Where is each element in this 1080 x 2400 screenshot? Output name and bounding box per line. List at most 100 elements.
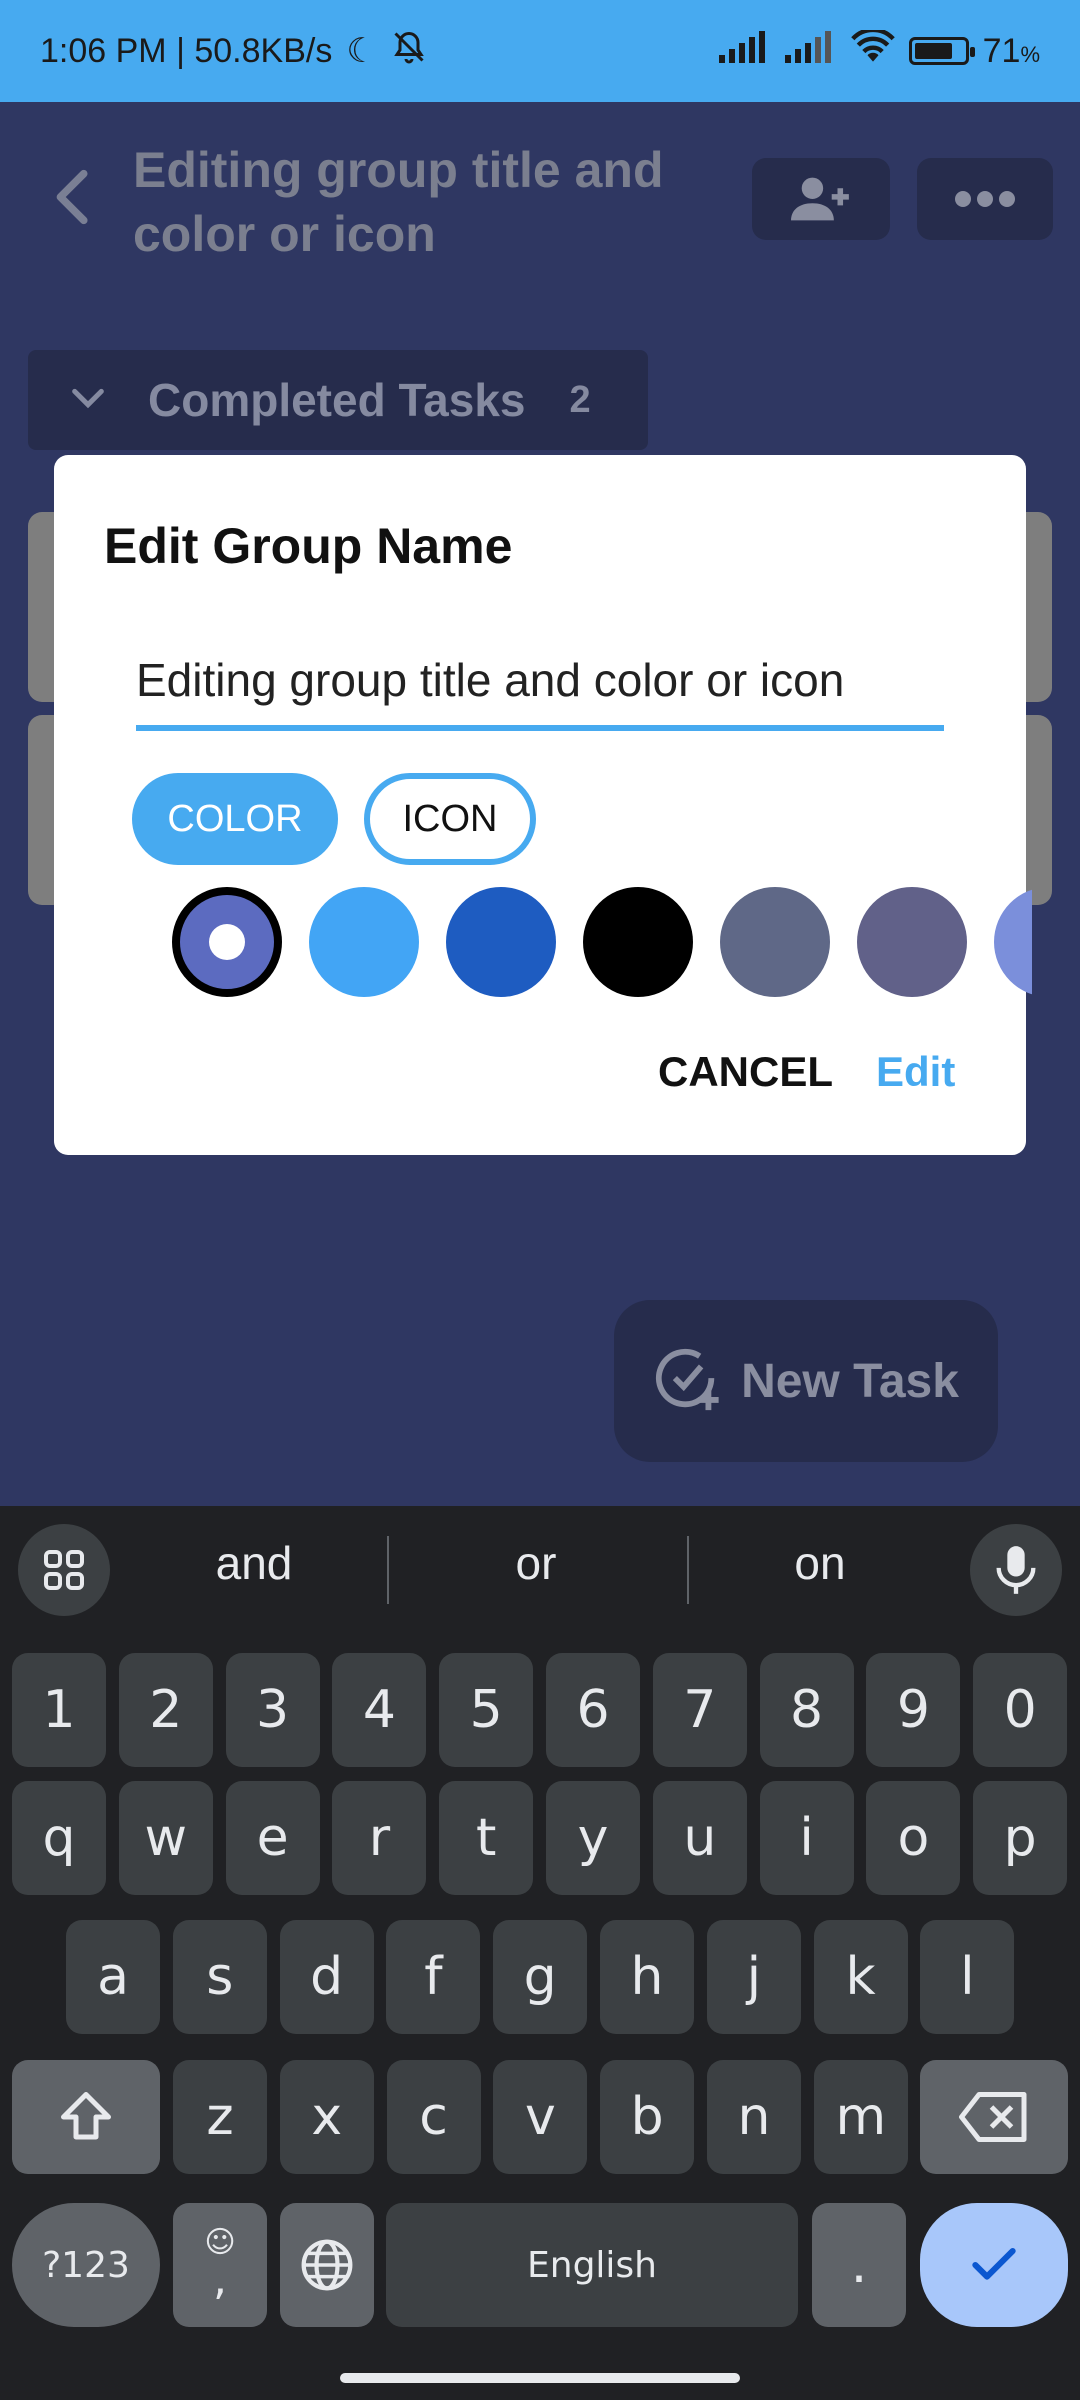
key[interactable]: 4 [332, 1653, 427, 1767]
home-indicator[interactable] [340, 2373, 740, 2383]
more-options-button[interactable] [917, 158, 1053, 240]
status-bar: 1:06 PM | 50.8KB/s ☾ 71% [0, 0, 1080, 102]
key[interactable]: 0 [973, 1653, 1068, 1767]
key[interactable]: h [600, 1920, 694, 2034]
color-swatch[interactable] [720, 887, 830, 997]
key[interactable]: j [706, 1920, 801, 2034]
key[interactable]: b [600, 2060, 695, 2174]
symbols-key[interactable]: ?123 [12, 2203, 160, 2327]
key[interactable]: y [546, 1781, 640, 1895]
on-screen-keyboard: and or on 1234567890 qwertyuiop asdfghjkl z… [0, 1506, 1080, 2400]
period-key[interactable]: . [812, 2203, 906, 2327]
shift-key[interactable] [12, 2060, 160, 2174]
backspace-icon [959, 2092, 1027, 2142]
key[interactable]: o [866, 1781, 961, 1895]
color-swatch[interactable] [309, 887, 419, 997]
key[interactable]: k [813, 1920, 908, 2034]
cancel-button[interactable]: CANCEL [652, 1047, 839, 1097]
key[interactable]: m [813, 2060, 908, 2174]
icon-tab[interactable]: ICON [364, 773, 536, 865]
key[interactable]: a [66, 1920, 160, 2034]
key[interactable]: n [707, 2060, 801, 2174]
microphone-icon [996, 1546, 1036, 1594]
key[interactable]: 3 [225, 1653, 320, 1767]
suggestion-1[interactable]: and [124, 1536, 384, 1590]
person-add-icon [791, 177, 849, 221]
color-swatch-list [116, 887, 1032, 1017]
group-name-input[interactable] [136, 645, 944, 731]
key[interactable]: 2 [118, 1653, 213, 1767]
signal-icon-2 [784, 30, 837, 72]
key[interactable]: c [386, 2060, 481, 2174]
key[interactable]: 6 [546, 1653, 640, 1767]
backspace-key[interactable] [920, 2060, 1068, 2174]
enter-key[interactable] [920, 2203, 1068, 2327]
key[interactable]: p [973, 1781, 1068, 1895]
dialog-title: Edit Group Name [104, 518, 513, 574]
checkmark-icon [972, 2247, 1016, 2280]
section-label: Completed Tasks [148, 374, 526, 426]
apps-grid-button[interactable] [18, 1524, 110, 1616]
battery-percent: 71% [982, 31, 1040, 70]
key[interactable]: 5 [439, 1653, 534, 1767]
bell-off-icon [391, 29, 427, 74]
key[interactable]: d [279, 1920, 374, 2034]
moon-icon: ☾ [346, 32, 377, 70]
key[interactable]: z [173, 2060, 267, 2174]
page-title: Editing group title and color or icon [133, 142, 664, 262]
voice-input-button[interactable] [970, 1524, 1062, 1616]
key[interactable]: x [279, 2060, 374, 2174]
shift-icon [61, 2092, 111, 2140]
color-tab[interactable]: COLOR [132, 773, 338, 865]
key[interactable]: s [172, 1920, 267, 2034]
key[interactable]: 9 [866, 1653, 961, 1767]
suggestion-strip: and or on [0, 1506, 1080, 1630]
add-member-button[interactable] [752, 158, 890, 240]
color-swatch[interactable] [172, 887, 282, 997]
key[interactable]: u [652, 1781, 747, 1895]
key[interactable]: 1 [12, 1653, 106, 1767]
chevron-down-icon [28, 378, 148, 423]
suggestion-2[interactable]: or [406, 1536, 666, 1590]
key[interactable]: v [493, 2060, 588, 2174]
emoji-comma-key[interactable]: ☺, [173, 2203, 267, 2327]
status-left: 1:06 PM | 50.8KB/s ☾ [40, 29, 427, 74]
color-swatch[interactable] [994, 887, 1032, 997]
key[interactable]: w [118, 1781, 213, 1895]
key[interactable]: i [759, 1781, 854, 1895]
key[interactable]: 7 [652, 1653, 747, 1767]
suggestion-3[interactable]: on [690, 1536, 950, 1590]
color-swatch[interactable] [583, 887, 693, 997]
wifi-icon [850, 27, 895, 73]
status-right: 71% [718, 27, 1040, 73]
battery-icon [908, 37, 975, 65]
selected-indicator [209, 924, 245, 960]
section-count: 2 [569, 378, 591, 421]
space-key[interactable]: English [386, 2203, 798, 2327]
key[interactable]: r [332, 1781, 427, 1895]
key[interactable]: g [493, 1920, 588, 2034]
key[interactable]: l [920, 1920, 1015, 2034]
edit-button[interactable]: Edit [870, 1047, 961, 1097]
key[interactable]: t [439, 1781, 534, 1895]
add-task-icon [656, 1348, 719, 1411]
color-swatch[interactable] [857, 887, 967, 997]
new-task-button[interactable]: New Task [614, 1300, 998, 1462]
signal-icon [718, 30, 771, 72]
completed-tasks-section[interactable]: Completed Tasks 2 [28, 350, 648, 450]
suggestion-divider [687, 1536, 689, 1604]
globe-icon [301, 2239, 353, 2291]
key[interactable]: q [12, 1781, 106, 1895]
status-time: 1:06 PM | 50.8KB/s [40, 31, 333, 70]
new-task-label: New Task [741, 1354, 959, 1408]
comma-label: , [213, 2254, 227, 2305]
chevron-left-icon [56, 169, 88, 225]
back-button[interactable] [40, 162, 110, 232]
key[interactable]: e [225, 1781, 320, 1895]
edit-group-dialog: Edit Group Name COLOR ICON CANCEL Edit [54, 455, 1032, 1155]
suggestion-divider [387, 1536, 389, 1604]
language-key[interactable] [280, 2203, 374, 2327]
color-swatch[interactable] [446, 887, 556, 997]
key[interactable]: f [386, 1920, 481, 2034]
key[interactable]: 8 [759, 1653, 854, 1767]
